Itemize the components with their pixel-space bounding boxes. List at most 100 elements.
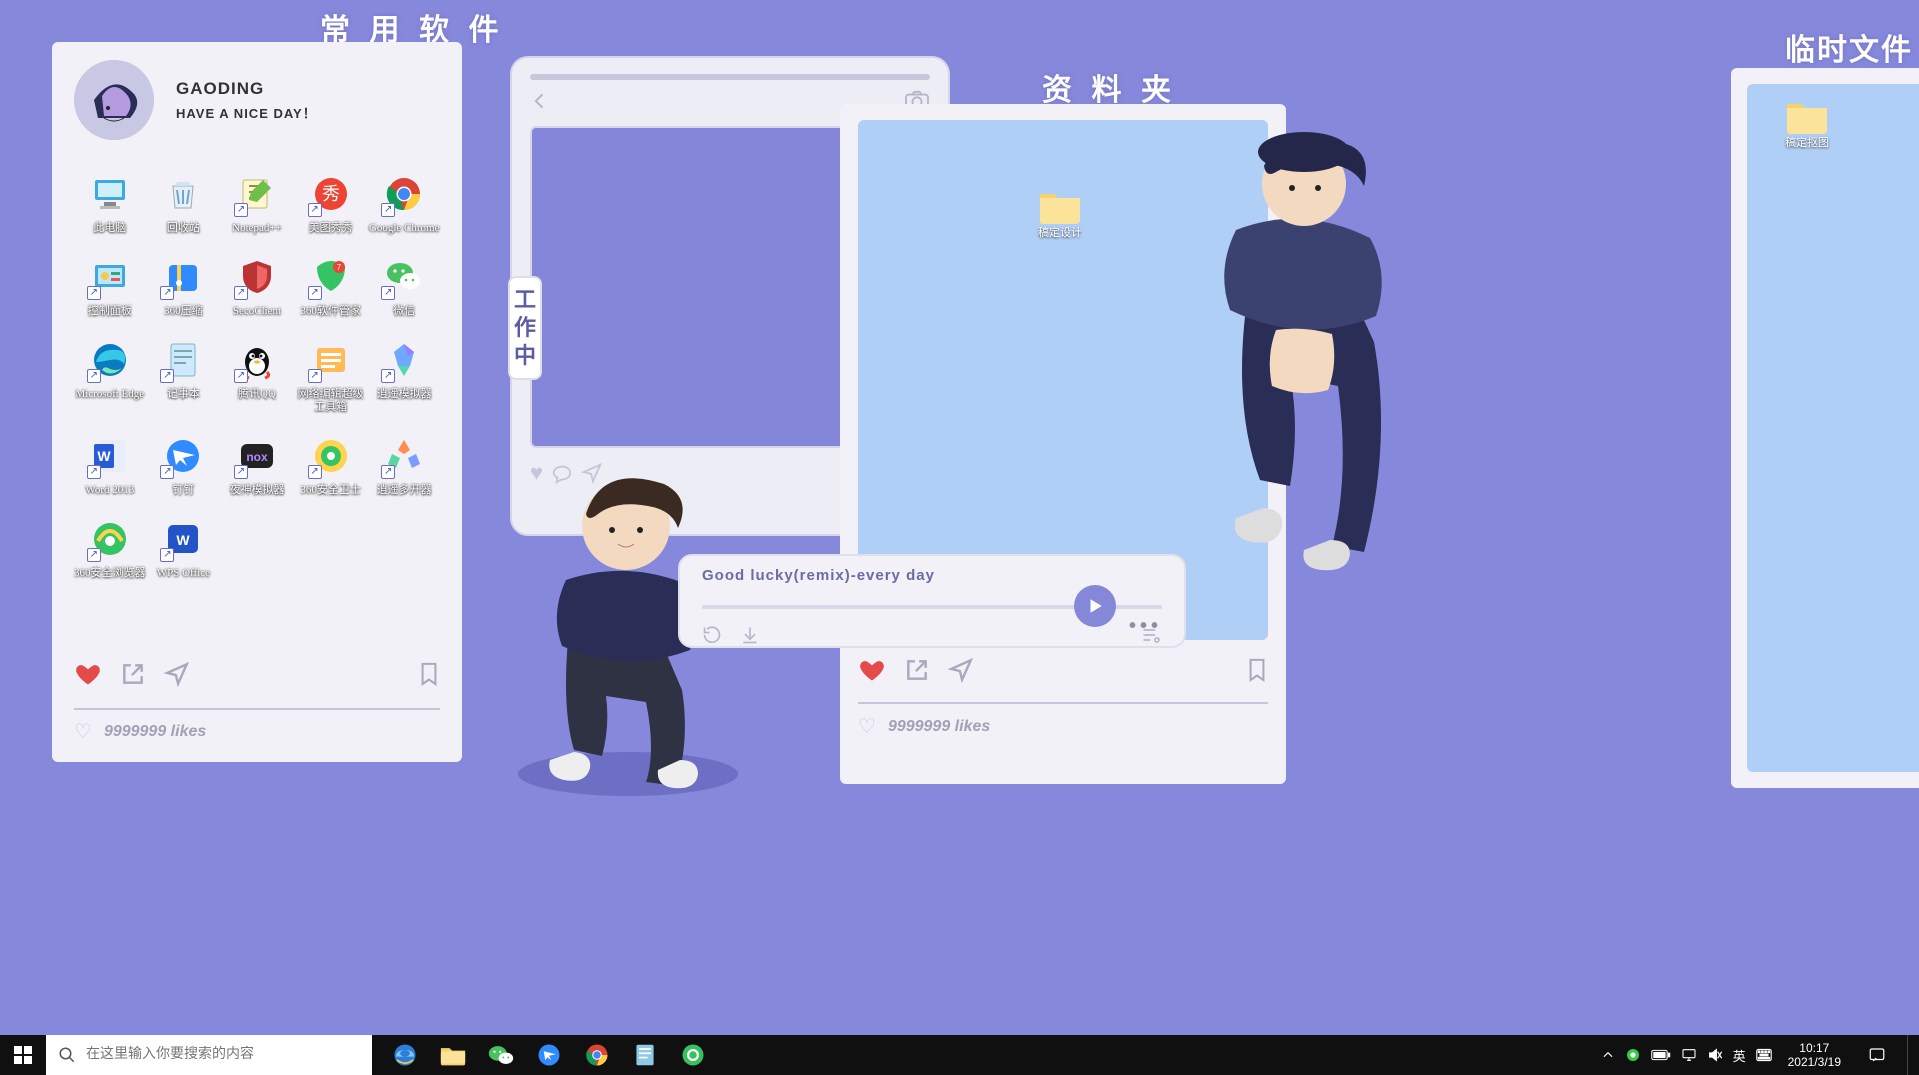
track-title: Good lucky(remix)-every day (702, 568, 1162, 583)
desktop-icon-npp[interactable]: ↗Notepad++ (221, 170, 293, 235)
tb-360browser[interactable] (672, 1035, 714, 1075)
heart-icon[interactable] (74, 660, 102, 688)
panel-actions (74, 660, 440, 688)
desktop-icon-label: 钉钉 (172, 484, 194, 497)
meitu-icon: 秀↗ (307, 170, 355, 218)
desktop-icon-label: 控制面板 (88, 305, 132, 318)
desktop-icon-cpanel[interactable]: ↗ 控制面板 (74, 253, 146, 318)
desktop-icon-recycle[interactable]: 回收站 (148, 170, 220, 235)
tray-notifications-icon[interactable] (1857, 1035, 1897, 1075)
tb-chrome[interactable] (576, 1035, 618, 1075)
desktop-icon-360safe[interactable]: ↗360安全卫士 (295, 432, 367, 497)
folder-icon (1785, 98, 1829, 134)
tray-ime1[interactable]: 英 (1733, 1046, 1746, 1065)
taskbar-search-input[interactable] (86, 1035, 346, 1075)
tray-clock[interactable]: 10:17 2021/3/19 (1788, 1041, 1841, 1069)
sim1-icon: ↗ (380, 336, 428, 384)
likes-count: 9999999 likes (888, 719, 990, 735)
taskbar-search[interactable] (46, 1035, 372, 1075)
send-icon[interactable] (948, 657, 974, 683)
tb-notepad[interactable] (624, 1035, 666, 1075)
wechat-icon: ↗ (380, 253, 428, 301)
more-icon[interactable]: ••• (1129, 616, 1162, 636)
panel-actions (858, 656, 1268, 684)
work-label: 工作中 (508, 276, 542, 380)
desktop-icon-ding[interactable]: ↗钉钉 (148, 432, 220, 497)
search-icon (58, 1046, 76, 1064)
likes-count: 9999999 likes (104, 724, 206, 740)
desktop-icon-label: Google Chrome (369, 222, 440, 235)
send-icon[interactable] (581, 462, 603, 484)
panel-apps: GAODING HAVE A NICE DAY！ 此电脑回收站↗Notepad+… (52, 42, 462, 762)
desktop-icon-pc[interactable]: 此电脑 (74, 170, 146, 235)
desktop-icon-wps[interactable]: W↗ WPS Office (148, 515, 220, 580)
show-desktop-button[interactable] (1907, 1035, 1913, 1075)
desktop-icon-360zip[interactable]: ↗360压缩 (148, 253, 220, 318)
system-tray: 英 10:17 2021/3/19 (1601, 1035, 1919, 1075)
play-button[interactable] (1074, 585, 1116, 627)
desktop-icon-word[interactable]: W↗Word 2013 (74, 432, 146, 497)
heart-outline-icon: ♡ (858, 714, 876, 739)
heart-icon[interactable] (858, 656, 886, 684)
recycle-icon (159, 170, 207, 218)
share-icon[interactable] (120, 661, 146, 687)
desktop-icon-sim1[interactable]: ↗逍遥模拟器 (368, 336, 440, 414)
repeat-icon[interactable] (702, 625, 722, 650)
download-icon[interactable] (740, 625, 760, 650)
desktop-icon-nox[interactable]: nox↗ 夜神模拟器 (221, 432, 293, 497)
tray-time: 10:17 (1799, 1041, 1829, 1055)
tray-ime2[interactable] (1756, 1048, 1772, 1062)
tray-chevron-up-icon[interactable] (1601, 1048, 1615, 1062)
heart-outline-icon[interactable]: ♥ (530, 460, 543, 486)
desktop-icon-label: 夜神模拟器 (229, 484, 284, 497)
comment-icon[interactable] (551, 462, 573, 484)
wps-icon: W↗ (159, 515, 207, 563)
pc-icon (86, 170, 134, 218)
tray-network-icon[interactable] (1681, 1047, 1697, 1063)
tb-explorer[interactable] (432, 1035, 474, 1075)
folder-icon (1038, 188, 1082, 224)
tb-dingding[interactable] (528, 1035, 570, 1075)
desktop-icon-label: 360软件管家 (300, 305, 361, 318)
temp-label: 稿定抠图 (1785, 138, 1829, 149)
tray-volume-icon[interactable] (1707, 1047, 1723, 1063)
desktop-icon-qq[interactable]: ↗腾讯QQ (221, 336, 293, 414)
desktop-icon-label: Notepad++ (232, 222, 282, 235)
desktop-icon-sim2[interactable]: ↗逍遥多开器 (368, 432, 440, 497)
desktop-icon-edge[interactable]: ↗Microsoft Edge (74, 336, 146, 414)
cpanel-icon: ↗ (86, 253, 134, 301)
desktop-icon-label: WPS Office (157, 567, 210, 580)
nox-icon: nox↗ (233, 432, 281, 480)
temp-area (1747, 84, 1919, 772)
desktop-icon-360br[interactable]: ↗360安全浏览器 (74, 515, 146, 580)
word-icon: W↗ (86, 432, 134, 480)
desktop-icon-meitu[interactable]: 秀↗美图秀秀 (295, 170, 367, 235)
desktop-icon-label: SecoClient (233, 305, 281, 318)
desktop-icon-label: 360压缩 (164, 305, 203, 318)
shield-icon: ↗ (233, 253, 281, 301)
bookmark-icon[interactable] (1246, 657, 1268, 683)
back-icon[interactable] (530, 91, 550, 116)
desktop-icon-360soft[interactable]: 7↗360软件管家 (295, 253, 367, 318)
tray-360-icon[interactable] (1625, 1047, 1641, 1063)
avatar (74, 60, 154, 140)
profile-name: GAODING (176, 80, 317, 97)
desktop-icon-notepad[interactable]: ↗记事本 (148, 336, 220, 414)
start-button[interactable] (0, 1035, 46, 1075)
desktop-icon-chrome[interactable]: ↗Google Chrome (368, 170, 440, 235)
tb-wechat[interactable] (480, 1035, 522, 1075)
desktop-icon-tool[interactable]: ↗网络编辑超级工具箱 (295, 336, 367, 414)
progress-track[interactable] (702, 589, 1162, 625)
share-icon[interactable] (904, 657, 930, 683)
tool-icon: ↗ (307, 336, 355, 384)
bookmark-icon[interactable] (418, 661, 440, 687)
desktop-icon-wechat[interactable]: ↗微信 (368, 253, 440, 318)
folder-item[interactable]: 稿定设计 (1038, 188, 1082, 239)
desktop-icon-shield[interactable]: ↗ SecoClient (221, 253, 293, 318)
svg-text:nox: nox (246, 450, 268, 464)
tb-ie[interactable] (384, 1035, 426, 1075)
send-icon[interactable] (164, 661, 190, 687)
tray-battery-icon[interactable] (1651, 1049, 1671, 1061)
desktop-icon-label: 回收站 (167, 222, 200, 235)
temp-item[interactable]: 稿定抠图 (1785, 98, 1829, 149)
